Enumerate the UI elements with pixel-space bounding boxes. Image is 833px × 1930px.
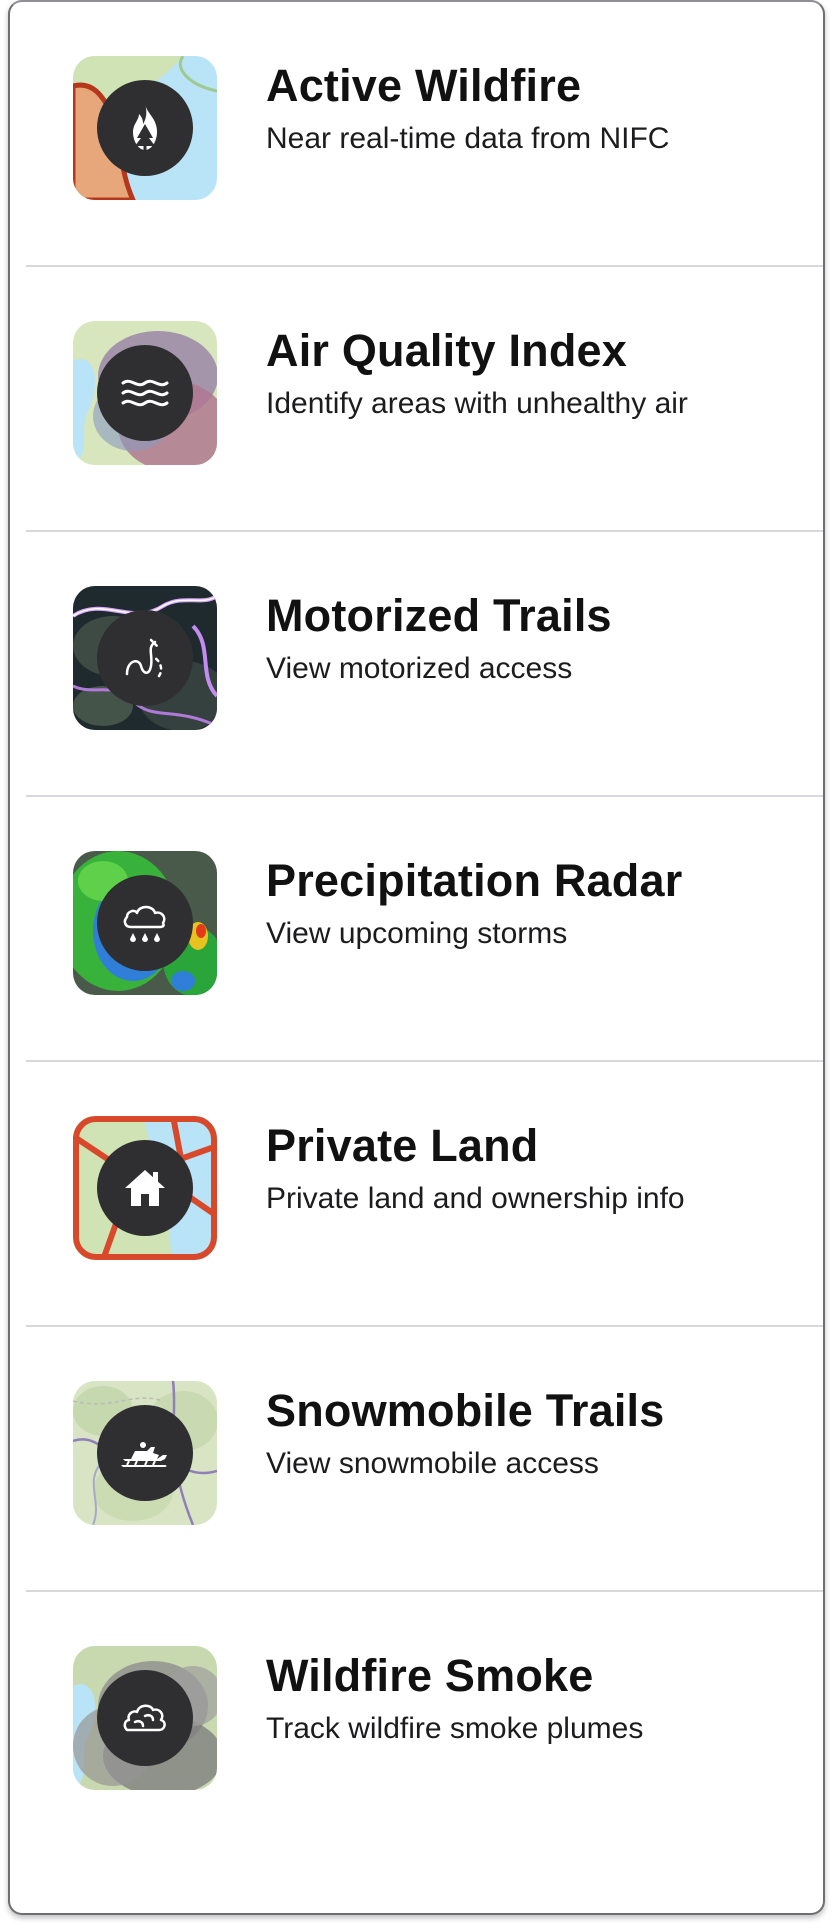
layer-title: Air Quality Index [266, 325, 627, 376]
motorized-trails-thumbnail [73, 586, 217, 730]
snowmobile-icon [97, 1405, 193, 1501]
house-icon [97, 1140, 193, 1236]
layer-row-active-wildfire[interactable]: Active Wildfire Near real-time data from… [10, 2, 823, 267]
snowmobile-trails-thumbnail [73, 1381, 217, 1525]
layer-subtitle: Private land and ownership info [266, 1182, 685, 1215]
layer-subtitle: Track wildfire smoke plumes [266, 1712, 644, 1745]
layer-row-air-quality-index[interactable]: Air Quality Index Identify areas with un… [10, 267, 823, 532]
private-land-thumbnail [73, 1116, 217, 1260]
layer-list-panel: Active Wildfire Near real-time data from… [8, 0, 825, 1915]
layer-row-private-land[interactable]: Private Land Private land and ownership … [10, 1062, 823, 1327]
fire-tree-icon [97, 80, 193, 176]
layer-title: Motorized Trails [266, 590, 612, 641]
layer-subtitle: Near real-time data from NIFC [266, 122, 670, 155]
layer-subtitle: View motorized access [266, 652, 573, 685]
rain-cloud-icon [97, 875, 193, 971]
layer-row-precipitation-radar[interactable]: Precipitation Radar View upcoming storms [10, 797, 823, 1062]
air-quality-thumbnail [73, 321, 217, 465]
smoke-icon [97, 1670, 193, 1766]
active-wildfire-thumbnail [73, 56, 217, 200]
wind-waves-icon [97, 345, 193, 441]
layer-title: Precipitation Radar [266, 855, 683, 906]
layer-row-motorized-trails[interactable]: Motorized Trails View motorized access [10, 532, 823, 797]
layer-title: Wildfire Smoke [266, 1650, 594, 1701]
layer-row-wildfire-smoke[interactable]: Wildfire Smoke Track wildfire smoke plum… [10, 1592, 823, 1857]
layer-title: Active Wildfire [266, 60, 582, 111]
layer-subtitle: View snowmobile access [266, 1447, 599, 1480]
precipitation-radar-thumbnail [73, 851, 217, 995]
layer-subtitle: Identify areas with unhealthy air [266, 387, 688, 420]
trail-path-icon [97, 610, 193, 706]
layer-subtitle: View upcoming storms [266, 917, 568, 950]
wildfire-smoke-thumbnail [73, 1646, 217, 1790]
layer-title: Snowmobile Trails [266, 1385, 665, 1436]
layer-row-snowmobile-trails[interactable]: Snowmobile Trails View snowmobile access [10, 1327, 823, 1592]
layer-title: Private Land [266, 1120, 539, 1171]
